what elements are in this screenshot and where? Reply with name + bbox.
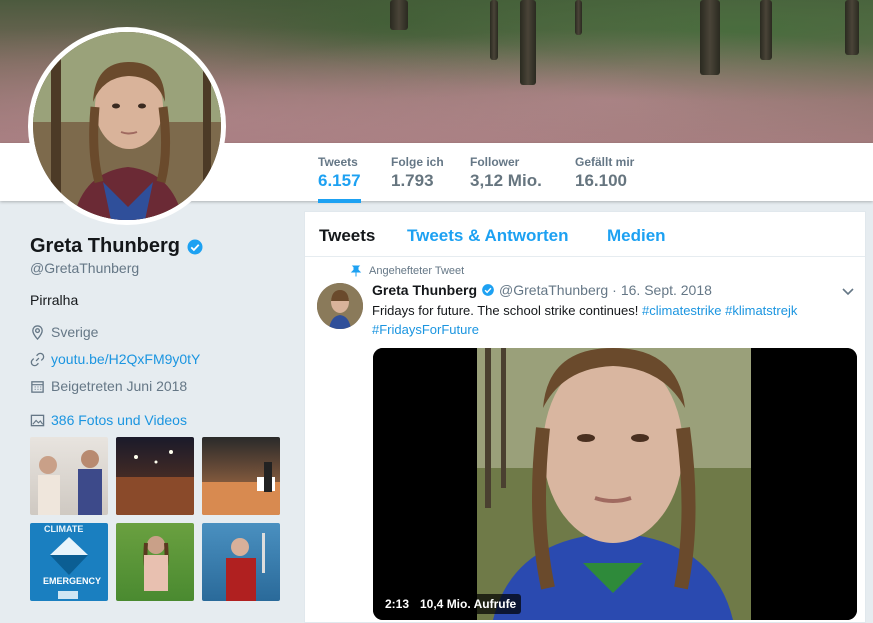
video-frame [373,348,857,620]
video-duration: 2:13 [380,594,415,614]
pin-icon [350,265,362,277]
tab-media[interactable]: Medien [607,226,666,246]
video-views: 10,4 Mio. Aufrufe [415,594,522,614]
stat-value: 1.793 [391,171,434,190]
location-text: Sverige [51,324,99,340]
photos-videos-link[interactable]: 386 Fotos und Videos [30,412,290,428]
tab-tweets-replies[interactable]: Tweets & Antworten [407,226,569,246]
stat-tweets[interactable]: Tweets 6.157 [318,155,361,203]
location-row: Sverige [30,323,290,341]
tweet-body: Fridays for future. The school strike co… [372,303,639,318]
location-pin-icon [32,324,43,340]
website-link[interactable]: youtu.be/H2QxFM9y0tY [51,351,200,367]
photo-thumb[interactable] [202,523,280,601]
hashtag-link[interactable]: #klimatstrejk [725,303,797,318]
profile-handle[interactable]: @GretaThunberg [30,260,290,276]
timeline: Tweets Tweets & Antworten Medien Angehef… [304,211,866,623]
photo-thumb[interactable] [116,523,194,601]
photo-thumb[interactable] [116,437,194,515]
photo-thumb[interactable] [30,437,108,515]
tweet-author-handle[interactable]: @GretaThunberg [499,282,608,298]
tweet-header: Greta Thunberg @GretaThunberg · 16. Sept… [372,282,712,298]
chevron-down-icon[interactable] [841,284,855,298]
profile-card: Greta Thunberg @GretaThunberg Pirralha S… [30,235,290,428]
thumb-text: CLIMATE [44,524,84,534]
photo-thumb[interactable] [202,437,280,515]
verified-icon [482,284,494,296]
profile-name[interactable]: Greta Thunberg [30,235,180,258]
joined-text: Beigetreten Juni 2018 [51,378,188,394]
stat-label: Follower [470,155,520,169]
profile-bio: Pirralha [30,292,79,308]
pinned-indicator: Angehefteter Tweet [350,265,464,277]
tweet-text: Fridays for future. The school strike co… [372,301,842,339]
stat-followers[interactable]: Follower 3,12 Mio. [470,155,542,191]
image-icon [30,414,45,426]
profile-avatar[interactable] [28,27,226,225]
tweet-separator: · [612,282,617,298]
thumb-text: EMERGENCY [43,576,102,586]
tweet-author-name[interactable]: Greta Thunberg [372,282,477,298]
timeline-tabs: Tweets Tweets & Antworten Medien [305,212,865,257]
stat-likes[interactable]: Gefällt mir 16.100 [575,155,634,191]
photo-thumb[interactable]: CLIMATE EMERGENCY [30,523,108,601]
website-row: youtu.be/H2QxFM9y0tY [30,350,290,368]
joined-row: Beigetreten Juni 2018 [30,377,290,395]
stat-value: 3,12 Mio. [470,171,542,190]
photo-grid: CLIMATE EMERGENCY [30,437,280,601]
hashtag-link[interactable]: #climatestrike [642,303,721,318]
verified-icon [187,239,203,254]
tweet-date[interactable]: 16. Sept. 2018 [621,282,712,298]
stat-value: 16.100 [575,171,627,190]
stat-label: Folge ich [391,155,444,169]
hashtag-link[interactable]: #FridaysForFuture [372,322,479,337]
tab-tweets[interactable]: Tweets [319,226,375,246]
stat-label: Gefällt mir [575,155,635,169]
calendar-icon [31,380,44,393]
stat-value: 6.157 [318,171,361,190]
tweet-video[interactable]: 2:13 10,4 Mio. Aufrufe [373,348,857,620]
pinned-label: Angehefteter Tweet [369,265,465,277]
stat-following[interactable]: Folge ich 1.793 [391,155,444,191]
stat-label: Tweets [318,155,358,169]
photos-link-label: 386 Fotos und Videos [51,412,187,428]
link-icon [30,352,45,366]
tweet-avatar[interactable] [317,283,363,329]
